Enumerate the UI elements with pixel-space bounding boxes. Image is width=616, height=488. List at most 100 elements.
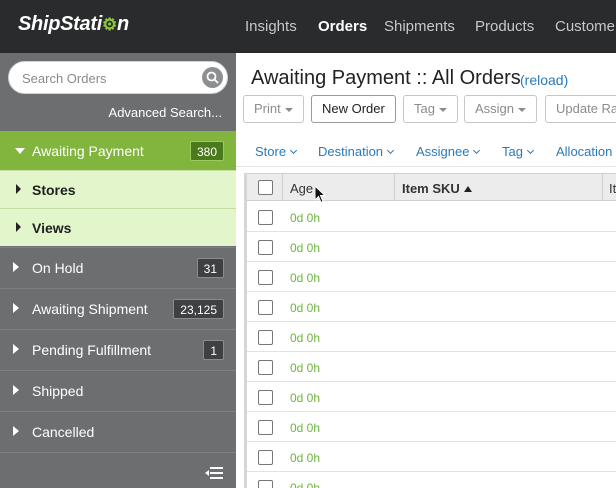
caret-right-icon xyxy=(13,385,19,395)
filter-bar: Store Destination Assignee Tag Allocatio… xyxy=(236,137,616,167)
age-cell: 0d 0h xyxy=(290,421,321,435)
sidebar: Advanced Search... Awaiting Payment 380 … xyxy=(0,53,236,488)
row-checkbox[interactable] xyxy=(258,450,273,465)
search-button[interactable] xyxy=(202,67,223,88)
filter-store[interactable]: Store xyxy=(255,144,298,159)
top-navigation: ShipStati⚙n Insights Orders Shipments Pr… xyxy=(0,0,616,53)
age-cell: 0d 0h xyxy=(290,391,321,405)
table-header: Age Item SKU It xyxy=(247,173,616,201)
nav-shipments[interactable]: Shipments xyxy=(384,18,455,35)
collapse-sidebar-icon[interactable] xyxy=(204,466,224,480)
sidebar-item-label: On Hold xyxy=(32,260,84,276)
table-row[interactable]: 0d 0h xyxy=(247,472,616,488)
sidebar-subitem-views[interactable]: Views xyxy=(0,208,236,246)
new-order-button[interactable]: New Order xyxy=(311,95,396,123)
sidebar-item-awaiting-payment[interactable]: Awaiting Payment 380 xyxy=(0,131,236,172)
sidebar-subitem-stores[interactable]: Stores xyxy=(0,170,236,208)
row-checkbox[interactable] xyxy=(258,240,273,255)
sidebar-item-label: Cancelled xyxy=(32,424,95,440)
row-checkbox[interactable] xyxy=(258,210,273,225)
table-row[interactable]: 0d 0h xyxy=(247,322,616,352)
filter-assignee[interactable]: Assignee xyxy=(416,144,481,159)
print-button[interactable]: Print xyxy=(243,95,304,123)
update-rates-button[interactable]: Update Ra xyxy=(545,95,616,123)
shipstation-logo[interactable]: ShipStati⚙n xyxy=(18,13,129,36)
search-box xyxy=(8,61,228,94)
nav-insights[interactable]: Insights xyxy=(245,18,297,35)
chevron-down-icon xyxy=(387,146,395,155)
sidebar-footer xyxy=(0,452,236,488)
sidebar-item-label: Awaiting Payment xyxy=(32,143,144,159)
search-icon xyxy=(206,71,219,84)
chevron-down-icon xyxy=(526,146,535,155)
sidebar-item-on-hold[interactable]: On Hold 31 xyxy=(0,247,236,288)
table-row[interactable]: 0d 0h xyxy=(247,352,616,382)
dropdown-arrow-icon xyxy=(284,107,293,112)
caret-right-icon xyxy=(13,426,19,436)
filter-allocation[interactable]: Allocation xyxy=(556,144,612,159)
row-checkbox[interactable] xyxy=(258,360,273,375)
row-checkbox[interactable] xyxy=(258,270,273,285)
mouse-cursor-icon xyxy=(315,186,327,204)
reload-link[interactable]: (reload) xyxy=(520,72,568,88)
table-row[interactable]: 0d 0h xyxy=(247,442,616,472)
filter-destination[interactable]: Destination xyxy=(318,144,395,159)
age-cell: 0d 0h xyxy=(290,451,321,465)
column-divider xyxy=(602,174,603,201)
table-row[interactable]: 0d 0h xyxy=(247,382,616,412)
sidebar-item-pending-fulfillment[interactable]: Pending Fulfillment 1 xyxy=(0,329,236,370)
table-row[interactable]: 0d 0h xyxy=(247,262,616,292)
row-checkbox[interactable] xyxy=(258,480,273,488)
caret-right-icon xyxy=(13,262,19,272)
age-cell: 0d 0h xyxy=(290,271,321,285)
chevron-down-icon xyxy=(473,146,481,155)
logo-gear-icon: ⚙ xyxy=(101,15,117,34)
column-divider xyxy=(394,174,395,201)
caret-right-icon xyxy=(16,184,21,194)
sidebar-item-cancelled[interactable]: Cancelled xyxy=(0,411,236,452)
age-cell: 0d 0h xyxy=(290,241,321,255)
age-cell: 0d 0h xyxy=(290,481,321,488)
caret-right-icon xyxy=(16,222,21,232)
count-badge: 23,125 xyxy=(173,299,224,319)
sidebar-search-area: Advanced Search... xyxy=(0,53,236,131)
row-checkbox[interactable] xyxy=(258,420,273,435)
table-row[interactable]: 0d 0h xyxy=(247,232,616,262)
column-header-item-sku[interactable]: Item SKU xyxy=(402,181,472,196)
row-checkbox[interactable] xyxy=(258,330,273,345)
nav-orders[interactable]: Orders xyxy=(318,18,367,35)
caret-right-icon xyxy=(13,344,19,354)
advanced-search-link[interactable]: Advanced Search... xyxy=(109,105,222,120)
table-row[interactable]: 0d 0h xyxy=(247,412,616,442)
search-input[interactable] xyxy=(22,69,192,87)
count-badge: 380 xyxy=(189,141,224,161)
sidebar-item-shipped[interactable]: Shipped xyxy=(0,370,236,411)
sort-ascending-icon xyxy=(463,186,472,192)
row-checkbox[interactable] xyxy=(258,390,273,405)
sidebar-item-label: Awaiting Shipment xyxy=(32,301,148,317)
sidebar-item-awaiting-shipment[interactable]: Awaiting Shipment 23,125 xyxy=(0,288,236,329)
orders-table: Age Item SKU It 0d 0h 0d 0h 0d 0h 0d 0h 0d 0… xyxy=(244,173,616,488)
assign-button[interactable]: Assign xyxy=(464,95,538,123)
page-title: Awaiting Payment :: All Orders xyxy=(251,67,521,89)
column-header-item[interactable]: It xyxy=(609,181,616,196)
nav-products[interactable]: Products xyxy=(475,18,534,35)
age-cell: 0d 0h xyxy=(290,331,321,345)
column-divider xyxy=(282,174,283,201)
filter-tag[interactable]: Tag xyxy=(502,144,535,159)
row-checkbox[interactable] xyxy=(258,300,273,315)
age-cell: 0d 0h xyxy=(290,361,321,375)
nav-customers[interactable]: Customers xyxy=(555,18,616,35)
count-badge: 31 xyxy=(196,258,224,278)
column-header-age[interactable]: Age xyxy=(290,181,313,196)
tag-button[interactable]: Tag xyxy=(403,95,458,123)
sidebar-item-label: Pending Fulfillment xyxy=(32,342,152,358)
caret-down-icon xyxy=(15,148,25,154)
table-row[interactable]: 0d 0h xyxy=(247,202,616,232)
caret-right-icon xyxy=(13,303,19,313)
dropdown-arrow-icon xyxy=(438,107,447,112)
select-all-checkbox[interactable] xyxy=(258,180,273,195)
dropdown-arrow-icon xyxy=(518,107,527,112)
table-row[interactable]: 0d 0h xyxy=(247,292,616,322)
age-cell: 0d 0h xyxy=(290,211,321,225)
